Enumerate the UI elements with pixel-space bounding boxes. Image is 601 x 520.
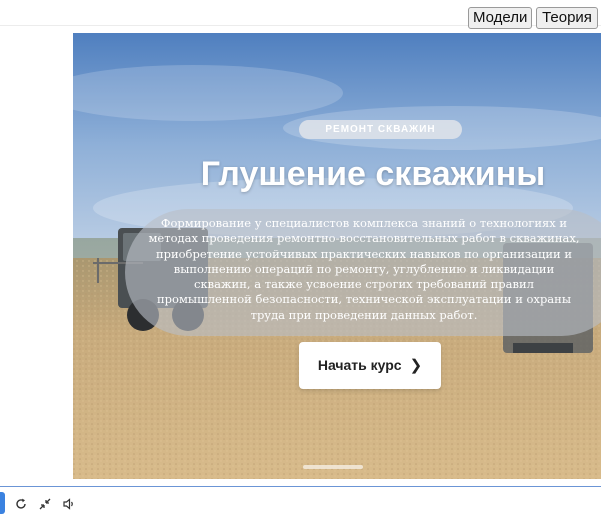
- models-button[interactable]: Модели: [468, 7, 532, 29]
- reload-icon[interactable]: [14, 497, 28, 511]
- theory-button[interactable]: Теория: [536, 7, 598, 29]
- side-tab-handle[interactable]: [0, 492, 5, 514]
- category-badge: РЕМОНТ СКВАЖИН: [299, 120, 462, 139]
- left-gutter: [0, 33, 73, 479]
- course-description: Формирование у специалистов комплекса зн…: [148, 216, 580, 322]
- collapse-icon[interactable]: [38, 497, 52, 511]
- start-course-label: Начать курс: [317, 357, 402, 373]
- course-title: Глушение скважины: [200, 155, 546, 193]
- start-course-button[interactable]: Начать курс ❯: [299, 342, 441, 389]
- bottom-controls: [0, 487, 601, 520]
- course-hero: РЕМОНТ СКВАЖИН Глушение скважины Формиро…: [73, 33, 601, 479]
- chevron-right-icon: ❯: [409, 357, 423, 374]
- top-toolbar: Модели Теория: [0, 0, 601, 33]
- volume-icon[interactable]: [62, 497, 76, 511]
